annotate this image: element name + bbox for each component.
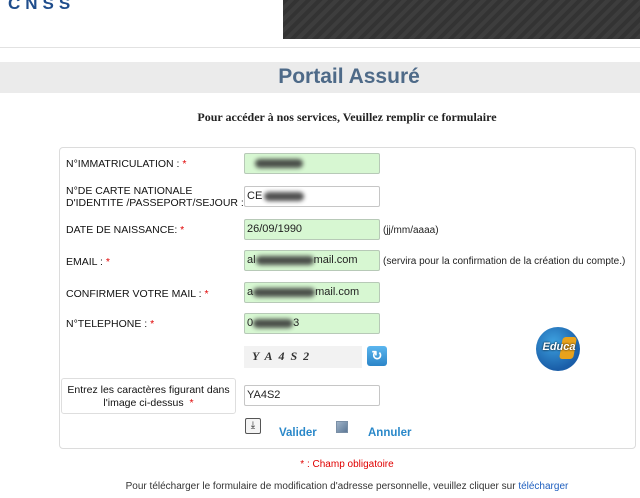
educa-logo: Educa: [536, 327, 580, 371]
confirm-email-label: CONFIRMER VOTRE MAIL : *: [66, 288, 209, 300]
immatriculation-input[interactable]: [244, 153, 380, 174]
immatriculation-label: N°IMMATRICULATION : *: [66, 158, 187, 170]
carte-nationale-input[interactable]: CE: [244, 186, 380, 207]
annuler-button[interactable]: Annuler: [368, 427, 411, 439]
redacted-value: [253, 318, 294, 328]
date-format-hint: (jj/mm/aaaa): [383, 225, 439, 236]
cnss-logo: CNSS: [8, 0, 76, 13]
date-naissance-label: DATE DE NAISSANCE: *: [66, 224, 185, 236]
email-label: EMAIL : *: [66, 256, 110, 268]
redacted-value: [253, 287, 316, 297]
date-naissance-input[interactable]: 26/09/1990: [244, 219, 380, 240]
header-separator: [0, 47, 640, 48]
footer-note: Pour télécharger le formulaire de modifi…: [125, 481, 569, 492]
cancel-icon[interactable]: [336, 421, 348, 433]
refresh-captcha-icon[interactable]: ↻: [367, 346, 387, 366]
carte-nationale-label: N°DE CARTE NATIONALE D'IDENTITE /PASSEPO…: [66, 185, 251, 209]
header-banner: [283, 0, 640, 39]
redacted-value: [264, 191, 305, 201]
telecharger-link[interactable]: télécharger: [518, 481, 568, 492]
educa-logo-text: Educa: [542, 341, 576, 353]
telephone-input[interactable]: 03: [244, 313, 380, 334]
page-subtitle: Pour accéder à nos services, Veuillez re…: [197, 110, 497, 124]
download-icon[interactable]: ⤓: [245, 418, 261, 434]
email-input[interactable]: al mail.com: [244, 250, 380, 271]
captcha-image: YA4S2: [244, 346, 362, 368]
redacted-value: [255, 255, 314, 265]
telephone-label: N°TELEPHONE : *: [66, 318, 155, 330]
valider-button[interactable]: Valider: [279, 427, 317, 439]
email-hint: (servira pour la confirmation de la créa…: [383, 256, 626, 267]
captcha-prompt: Entrez les caractères figurant dans l'im…: [61, 378, 236, 414]
page-title: Portail Assuré: [278, 65, 420, 88]
captcha-input[interactable]: YA4S2: [244, 385, 380, 406]
required-note: * : Champ obligatoire: [300, 459, 394, 470]
redacted-value: [255, 158, 303, 168]
confirm-email-input[interactable]: a mail.com: [244, 282, 380, 303]
